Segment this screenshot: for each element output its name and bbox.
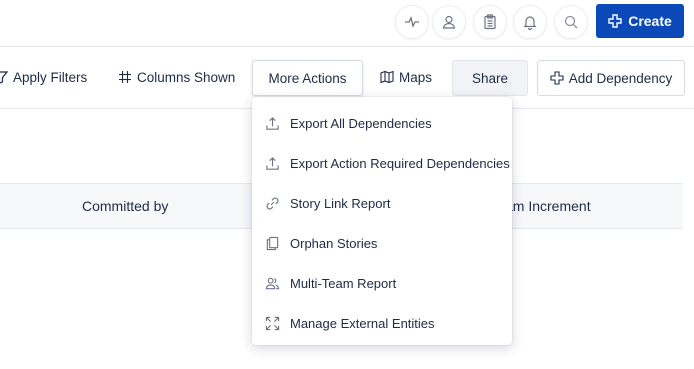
- share-label: Share: [471, 70, 509, 86]
- map-icon: [380, 70, 394, 84]
- menu-item-export-all-dependencies[interactable]: Export All Dependencies: [252, 103, 512, 143]
- maps-label: Maps: [399, 69, 433, 85]
- menu-item-label: Multi-Team Report: [290, 275, 397, 291]
- more-actions-menu: Export All Dependencies Export Action Re…: [252, 97, 512, 345]
- maps-button[interactable]: Maps: [380, 60, 432, 94]
- user-icon[interactable]: [432, 5, 466, 39]
- filter-icon: [0, 71, 8, 84]
- top-header: Create: [0, 0, 694, 44]
- create-button[interactable]: Create: [596, 4, 684, 38]
- plus-icon: [608, 14, 622, 28]
- add-dependency-button[interactable]: Add Dependency: [537, 60, 685, 96]
- column-header-committed-by[interactable]: Committed by: [82, 198, 168, 214]
- upload-icon: [264, 115, 280, 131]
- link-icon: [264, 195, 280, 211]
- menu-item-manage-external-entities[interactable]: Manage External Entities: [252, 303, 512, 343]
- add-dependency-label: Add Dependency: [568, 70, 673, 86]
- menu-item-multi-team-report[interactable]: Multi-Team Report: [252, 263, 512, 303]
- apply-filters-button[interactable]: Apply Filters: [0, 60, 87, 94]
- users-icon: [264, 275, 280, 291]
- upload-icon: [264, 155, 280, 171]
- menu-item-story-link-report[interactable]: Story Link Report: [252, 183, 512, 223]
- share-button[interactable]: Share: [452, 60, 528, 96]
- columns-shown-button[interactable]: Columns Shown: [118, 60, 235, 94]
- menu-item-orphan-stories[interactable]: Orphan Stories: [252, 223, 512, 263]
- apply-filters-label: Apply Filters: [13, 69, 88, 85]
- column-header-team-increment[interactable]: am Increment: [505, 198, 591, 214]
- bell-icon[interactable]: [513, 5, 547, 39]
- grid-icon: [119, 71, 131, 83]
- menu-item-label: Manage External Entities: [290, 315, 435, 331]
- search-icon[interactable]: [554, 5, 588, 39]
- clipboard-icon[interactable]: [473, 5, 507, 39]
- menu-item-label: Story Link Report: [290, 195, 391, 211]
- menu-item-export-action-required[interactable]: Export Action Required Dependencies: [252, 143, 512, 183]
- menu-item-label: Export Action Required Dependencies: [290, 155, 510, 171]
- more-actions-label: More Actions: [268, 70, 347, 86]
- columns-shown-label: Columns Shown: [137, 69, 236, 85]
- menu-item-label: Export All Dependencies: [290, 115, 432, 131]
- menu-item-label: Orphan Stories: [290, 235, 378, 251]
- expand-icon: [264, 315, 280, 331]
- plus-icon: [550, 71, 564, 85]
- pulse-icon[interactable]: [395, 5, 429, 39]
- create-label: Create: [628, 13, 672, 29]
- more-actions-button[interactable]: More Actions: [252, 60, 363, 96]
- copy-icon: [264, 235, 280, 251]
